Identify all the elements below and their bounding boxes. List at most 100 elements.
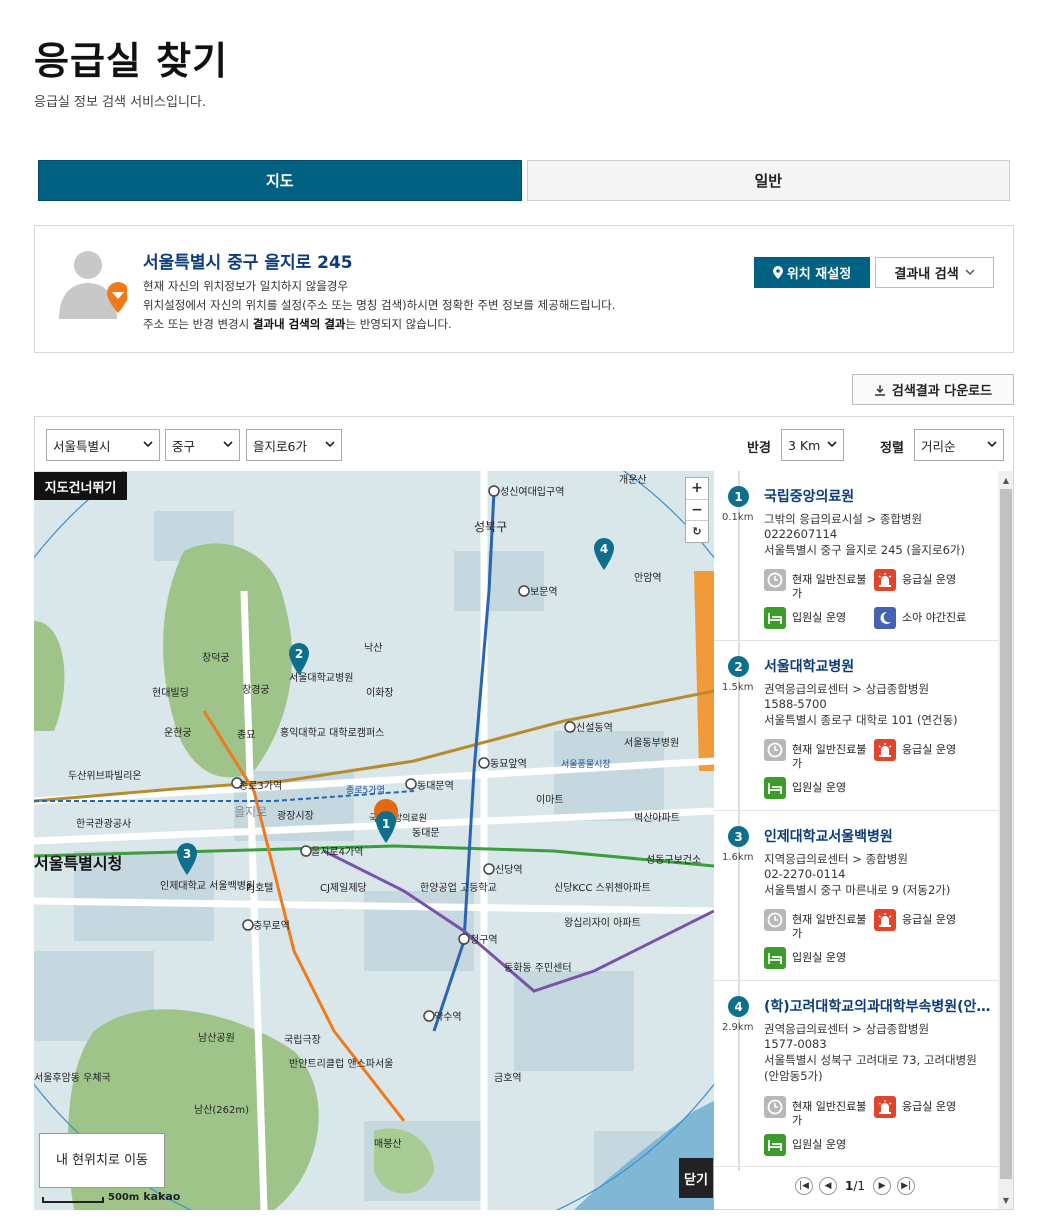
map-label: 종묘 [237,729,255,741]
tab-general[interactable]: 일반 [526,160,1010,201]
map-brand-logo: kakao [143,1190,181,1203]
hospital-item[interactable]: 2 1.5km 서울대학교병원 권역응급의료센터 > 상급종합병원 1588-5… [714,641,998,811]
hospital-address: 서울특별시 종로구 대학로 101 (연건동) [764,713,958,727]
filter-bar: 서울특별시 중구 을지로6가 반경 3 Km 정렬 거리순 [34,416,1014,472]
my-location-button[interactable]: 내 현위치로 이동 [39,1133,165,1188]
location-notice-2: 위치설정에서 자신의 위치를 설정(주소 또는 명칭 검색)하시면 정확한 주변… [143,298,616,312]
scroll-thumb[interactable] [1000,489,1012,1179]
next-page-button[interactable]: ▶ [873,1177,892,1195]
radius-select[interactable]: 3 Km [781,429,844,461]
hospital-item[interactable]: 4 2.9km (학)고려대학교의과대학부속병원(안암병원) 권역응급의료센터 … [714,981,998,1167]
hospital-name-link[interactable]: 인제대학교서울백병원 [764,826,992,846]
hospital-item[interactable]: 3 1.6km 인제대학교서울백병원 지역응급의료센터 > 종합병원 02-22… [714,811,998,981]
prev-page-button[interactable]: ◀ [819,1177,837,1195]
clock-icon [764,909,786,931]
marker-label: 3 [183,847,191,861]
radius-select-value: 3 Km [788,437,821,453]
page-title: 응급실 찾기 [34,39,229,83]
download-results-label: 검색결과 다운로드 [891,384,993,399]
hospital-type: 권역응급의료센터 > 상급종합병원 [764,1022,930,1036]
map-view[interactable]: 종로3가역 동대문역 을지로4가역 충무로역 청구역 신당역 동묘앞역 신설동역… [34,471,714,1210]
map-label: 광장시장 [277,810,314,822]
hospital-list-panel[interactable]: 1 0.1km 국립중앙의료원 그밖의 응급의료시설 > 종합병원 022260… [714,471,1014,1210]
reset-location-button[interactable]: 위치 재설정 [754,257,870,288]
sort-select[interactable]: 거리순 [914,429,1004,461]
hospital-type: 지역응급의료센터 > 종합병원 [764,852,908,866]
skip-map-button[interactable]: 지도건너뛰기 [34,472,127,500]
map-label: 벽산아파트 [634,812,680,824]
download-results-button[interactable]: 검색결과 다운로드 [852,374,1014,405]
status-text: 소아 야간진료 [902,611,967,624]
hospital-name-link[interactable]: 서울대학교병원 [764,656,992,676]
marker-label: 4 [600,542,608,556]
search-in-results-button[interactable]: 결과내 검색 [875,257,994,288]
status-badge: 입원실 운영 [764,1134,872,1156]
hospital-phone: 1588-5700 [764,697,827,711]
map-label: 안암역 [634,572,662,584]
hospital-distance: 2.9km [722,1022,754,1033]
status-badge: 응급실 운영 [874,1096,982,1118]
zoom-in-button[interactable]: + [686,478,708,500]
map-label: 낙산 [364,642,382,654]
status-text: 응급실 운영 [902,1100,957,1113]
city-select[interactable]: 서울특별시 [46,429,160,461]
status-badge: 응급실 운영 [874,909,982,931]
close-map-button[interactable]: 닫기 [679,1158,713,1198]
sort-label: 정렬 [880,441,904,456]
marker-label: 1 [382,817,390,831]
location-panel: 서울특별시 중구 을지로 245 현재 자신의 위치정보가 일치하지 않을경우 … [34,225,1014,353]
marker-label: 2 [295,647,303,661]
hospital-phone: 02-2270-0114 [764,867,846,881]
hospital-number-badge: 2 [728,656,749,677]
map-label: 성북구 [474,520,507,534]
hospital-number-badge: 1 [728,486,749,507]
map-label: 신당역 [495,864,523,876]
hospital-address: 서울특별시 성북구 고려대로 73, 고려대병원 (안암동5가) [764,1053,977,1083]
siren-icon [874,739,896,761]
map-label: 매봉산 [374,1138,402,1150]
status-text: 입원실 운영 [792,1138,847,1151]
hospital-number-badge: 4 [728,996,749,1017]
chevron-down-icon [143,441,153,448]
refresh-icon[interactable]: ↻ [686,521,708,542]
zoom-out-button[interactable]: − [686,500,708,522]
map-label: 성동구보건소 [646,854,701,866]
current-address: 서울특별시 중구 을지로 245 [143,253,353,273]
map-label: 창경궁 [242,683,270,696]
map-canvas[interactable]: 종로3가역 동대문역 을지로4가역 충무로역 청구역 신당역 동묘앞역 신설동역… [34,471,714,1210]
status-badge: 현재 일반진료불가 [764,739,872,771]
hospital-distance: 1.6km [722,852,754,863]
location-notice-3: 주소 또는 반경 변경시 결과내 검색의 결과는 반영되지 않습니다. [143,316,452,332]
map-label: 반얀트리클럽 앤스파서울 [289,1057,393,1070]
first-page-button[interactable]: |◀ [795,1177,813,1195]
map-label: 동화동 주민센터 [504,962,572,974]
notice-bold-text: 결과내 검색의 결과 [252,317,346,331]
map-label: 한양공업 고등학교 [420,881,497,894]
status-text: 입원실 운영 [792,611,847,624]
map-label: 왕십리자이 아파트 [564,917,641,929]
map-label: 남산(262m) [194,1104,249,1116]
notice-text: 주소 또는 반경 변경시 [143,317,253,331]
bed-icon [764,777,786,799]
map-label: 서울동부병원 [624,737,679,749]
status-badge: 입원실 운영 [764,607,872,629]
map-label: 을지로 [234,805,267,819]
hospital-item[interactable]: 1 0.1km 국립중앙의료원 그밖의 응급의료시설 > 종합병원 022260… [714,471,998,641]
district-select[interactable]: 중구 [165,429,240,461]
page-subtitle: 응급실 정보 검색 서비스입니다. [34,95,207,110]
hospital-name-link[interactable]: 국립중앙의료원 [764,486,992,506]
clock-icon [764,1096,786,1118]
map-label: 을지로4가역 [311,846,363,858]
chevron-down-icon [223,441,233,448]
hospital-name-link[interactable]: (학)고려대학교의과대학부속병원(안암병원) [764,996,992,1016]
map-label: 동대문 [412,827,440,839]
last-page-button[interactable]: ▶| [897,1177,916,1195]
scroll-down-arrow[interactable]: ▼ [998,1193,1013,1207]
chevron-down-icon [987,441,997,448]
status-badge: 입원실 운영 [764,777,872,799]
scroll-up-arrow[interactable]: ▲ [998,473,1013,487]
map-label: 운현궁 [164,727,192,739]
tab-map[interactable]: 지도 [38,160,522,201]
dong-select[interactable]: 을지로6가 [246,429,342,461]
status-text: 현재 일반진료불가 [792,1100,867,1127]
